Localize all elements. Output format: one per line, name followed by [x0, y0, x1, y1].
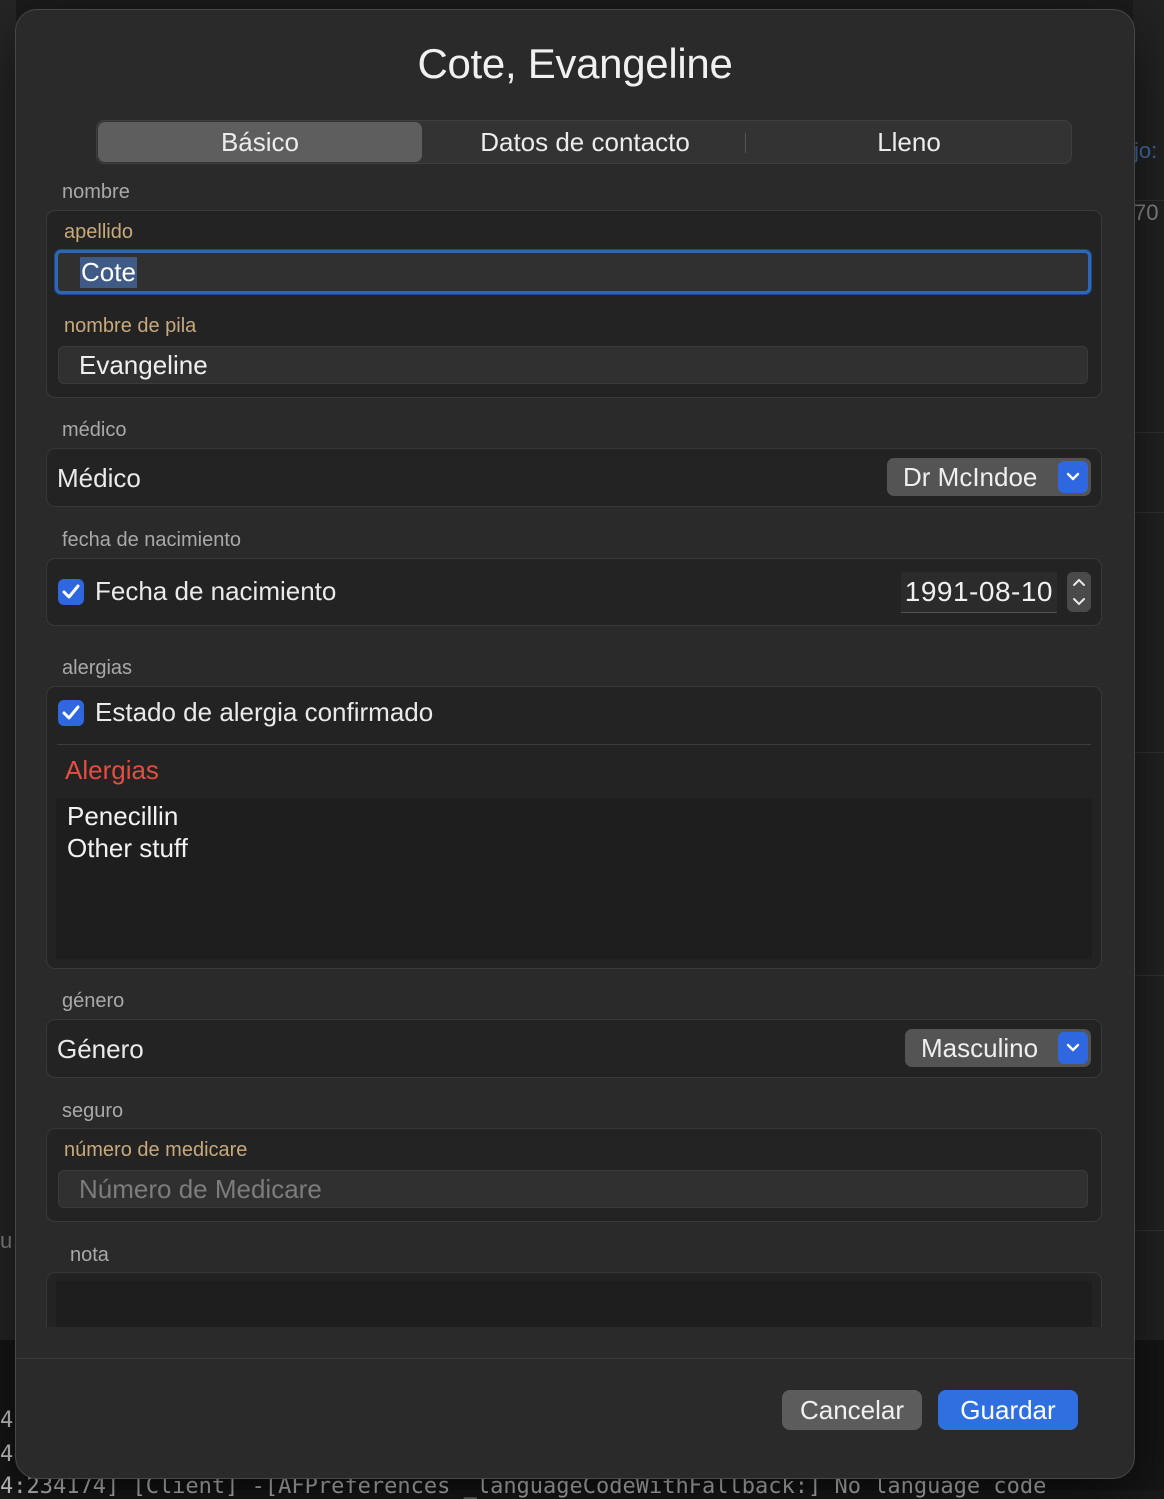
section-label-doctor: médico: [62, 419, 127, 441]
background-divider: [1133, 512, 1164, 513]
given-name-label: nombre de pila: [64, 315, 197, 337]
segment-divider: [745, 133, 746, 153]
background-text-fragment: u: [0, 1228, 13, 1253]
section-label-dob: fecha de nacimiento: [62, 529, 242, 551]
checkmark-icon: [62, 584, 80, 599]
surname-value: Cote: [80, 256, 137, 288]
dob-checkbox-label: Fecha de nacimiento: [95, 576, 337, 606]
chevron-down-icon: [1058, 1032, 1088, 1064]
cancel-button[interactable]: Cancelar: [782, 1390, 922, 1430]
note-group: [46, 1272, 1102, 1327]
given-name-field[interactable]: Evangeline: [58, 346, 1088, 384]
background-text-fragment: 70: [1134, 200, 1159, 225]
tab-basico[interactable]: Básico: [98, 122, 422, 162]
form-scroll-area[interactable]: nombre apellido Cote nombre de pila Evan…: [16, 170, 1134, 1327]
allergies-textarea[interactable]: Penecillin Other stuff: [56, 798, 1092, 959]
section-label-allergies: alergias: [62, 657, 133, 679]
allergies-list-label: Alergias: [65, 755, 159, 785]
doctor-popup-button[interactable]: Dr McIndoe: [887, 458, 1091, 496]
section-label-gender: género: [62, 990, 125, 1012]
dob-group: Fecha de nacimiento 1991-08-10: [46, 558, 1102, 626]
doctor-selected-value: Dr McIndoe: [903, 461, 1038, 492]
gender-popup-button[interactable]: Masculino: [905, 1029, 1091, 1067]
allergy-line: Other stuff: [67, 833, 188, 863]
doctor-group: Médico Dr McIndoe: [46, 448, 1102, 507]
console-line: 4: [0, 1408, 14, 1433]
surname-label: apellido: [64, 221, 133, 243]
medicare-field[interactable]: Número de Medicare: [58, 1170, 1088, 1208]
segmented-control: Básico Datos de contacto Lleno: [96, 120, 1072, 164]
dob-stepper[interactable]: [1067, 572, 1091, 612]
allergy-confirmed-label: Estado de alergia confirmado: [95, 697, 434, 727]
surname-field[interactable]: Cote: [55, 250, 1091, 294]
section-label-name: nombre: [62, 181, 130, 203]
footer-divider: [16, 1358, 1134, 1359]
sheet-title: Cote, Evangeline: [417, 40, 733, 87]
insurance-group: número de medicare Número de Medicare: [46, 1128, 1102, 1222]
chevron-up-icon[interactable]: [1073, 578, 1085, 586]
background-text-fragment: jo:: [1134, 138, 1158, 163]
section-label-note: nota: [70, 1244, 109, 1266]
tab-datos-de-contacto[interactable]: Datos de contacto: [423, 121, 747, 163]
patient-edit-sheet: Cote, Evangeline Básico Datos de contact…: [15, 9, 1135, 1479]
checkmark-icon: [62, 705, 80, 720]
allergies-divider: [57, 744, 1091, 745]
doctor-row-label: Médico: [57, 463, 141, 493]
save-button[interactable]: Guardar: [938, 1390, 1078, 1430]
section-label-insurance: seguro: [62, 1100, 124, 1122]
name-group: apellido Cote nombre de pila Evangeline: [46, 210, 1102, 398]
allergy-confirmed-checkbox[interactable]: [58, 700, 84, 726]
background-divider: [1133, 975, 1164, 976]
chevron-down-icon[interactable]: [1073, 598, 1085, 606]
console-line: 4: [0, 1442, 14, 1467]
dob-date-field[interactable]: 1991-08-10: [900, 572, 1057, 613]
background-divider: [1133, 1230, 1164, 1231]
allergies-group: Estado de alergia confirmado Alergias Pe…: [46, 686, 1102, 969]
gender-selected-value: Masculino: [921, 1032, 1039, 1063]
background-divider: [1133, 432, 1164, 433]
chevron-down-icon: [1058, 461, 1088, 493]
note-textarea[interactable]: [56, 1281, 1092, 1327]
dob-checkbox[interactable]: [58, 579, 84, 605]
background-window-left: [0, 0, 16, 1490]
medicare-label: número de medicare: [64, 1139, 248, 1161]
tab-lleno[interactable]: Lleno: [747, 121, 1071, 163]
background-divider: [1133, 752, 1164, 753]
gender-group: Género Masculino: [46, 1019, 1102, 1078]
allergy-line: Penecillin: [67, 801, 179, 831]
gender-row-label: Género: [57, 1034, 144, 1064]
